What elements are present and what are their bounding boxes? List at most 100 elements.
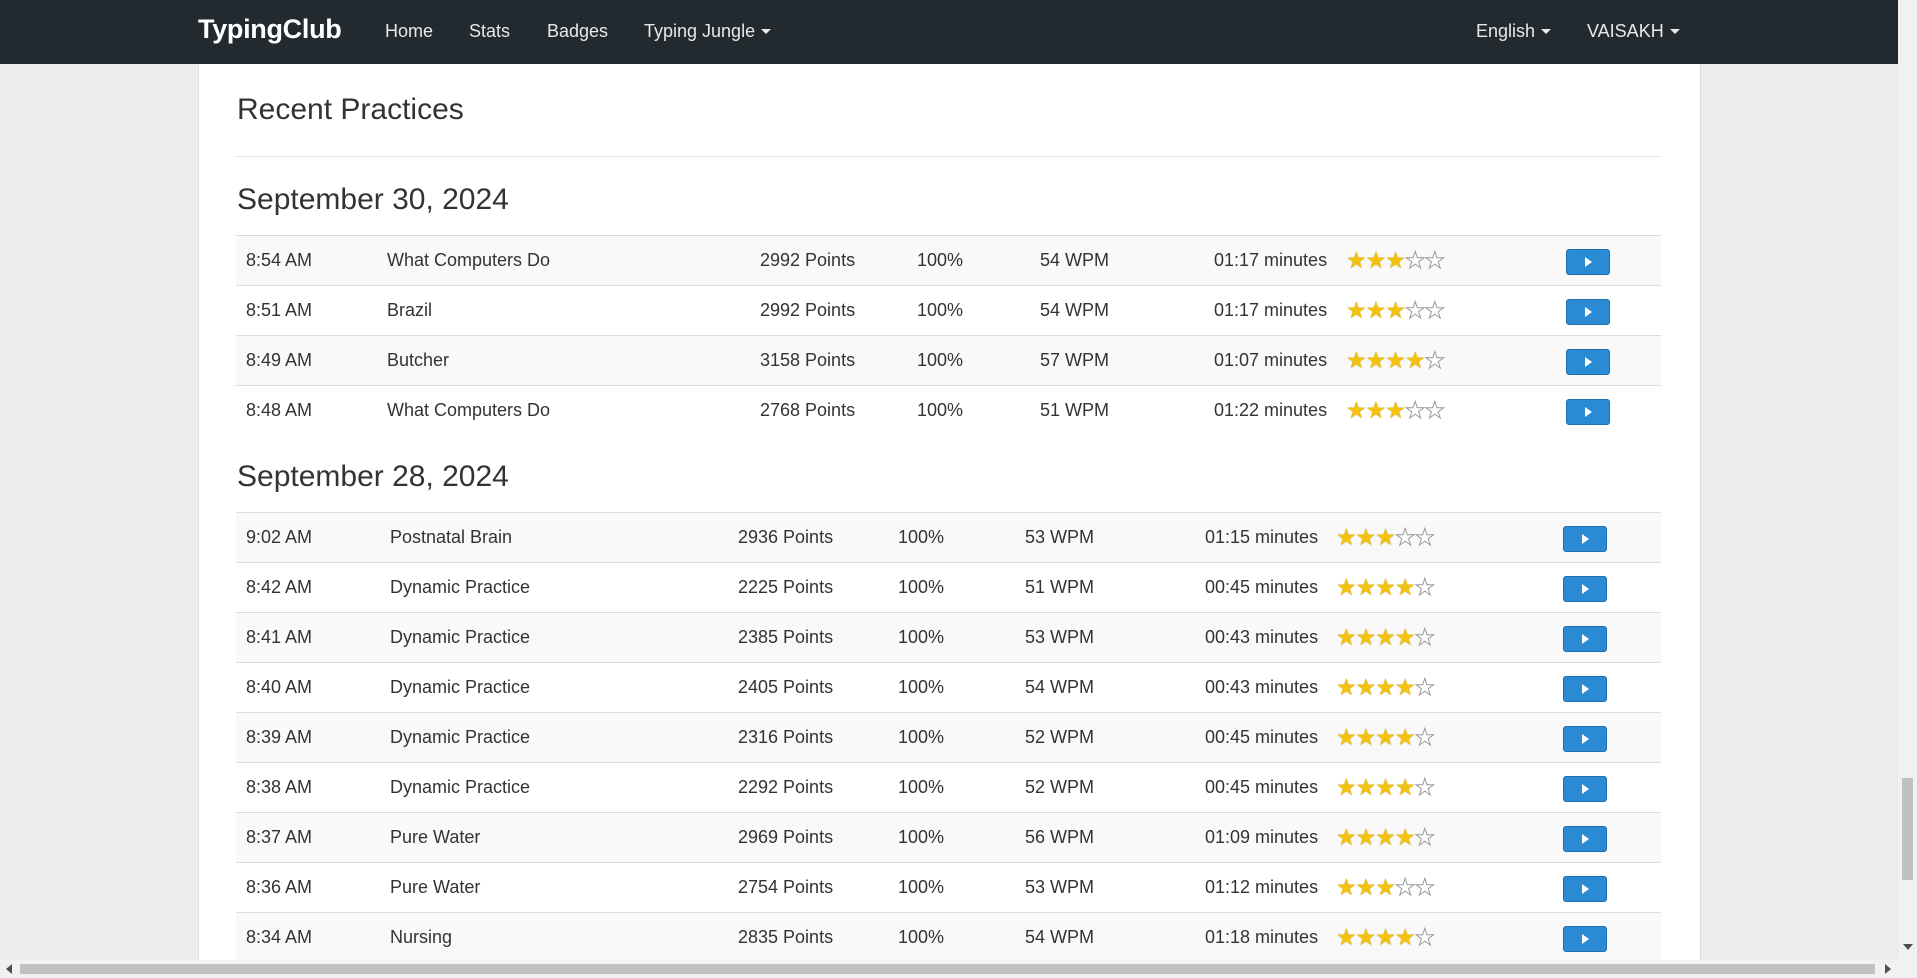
play-button[interactable] <box>1563 676 1607 702</box>
play-button[interactable] <box>1563 726 1607 752</box>
star-icon: ★ <box>1365 297 1387 323</box>
cell-points: 3158 Points <box>760 350 856 370</box>
cell-points: 2969 Points <box>738 827 834 847</box>
play-button[interactable] <box>1563 876 1607 902</box>
vertical-scrollbar[interactable] <box>1898 0 1917 960</box>
cell-lesson: Nursing <box>390 927 453 947</box>
nav-typing-jungle-dropdown[interactable]: Typing Jungle <box>644 21 772 42</box>
cell-speed: 53 WPM <box>1025 527 1095 547</box>
star-icon: ★ <box>1336 924 1357 950</box>
star-icon: ★ <box>1404 247 1426 273</box>
cell-accuracy: 100% <box>898 527 945 547</box>
table-row: 8:39 AM Dynamic Practice 2316 Points 100% 52… <box>236 712 1661 762</box>
play-button[interactable] <box>1563 926 1607 952</box>
star-rating: ★★★★★ <box>1336 675 1436 699</box>
star-icon: ★ <box>1394 724 1416 750</box>
language-dropdown[interactable]: English <box>1476 21 1552 42</box>
scroll-right-arrow-icon[interactable] <box>1885 964 1891 974</box>
star-rating: ★★★★★ <box>1336 574 1436 600</box>
star-icon: ★ <box>1394 924 1416 950</box>
cell-duration: 01:22 minutes <box>1214 400 1328 420</box>
cell-lesson: Pure Water <box>390 827 481 847</box>
title-divider <box>236 156 1661 157</box>
star-icon: ★ <box>1414 624 1436 650</box>
nav-badges[interactable]: Badges <box>547 21 608 42</box>
cell-lesson: Pure Water <box>390 877 481 897</box>
play-button[interactable] <box>1563 626 1607 652</box>
star-icon: ★ <box>1336 624 1357 650</box>
star-icon: ★ <box>1375 874 1396 900</box>
table-row: 8:54 AM What Computers Do 2992 Points 100% 5… <box>236 235 1661 285</box>
cell-speed: 57 WPM <box>1040 350 1110 370</box>
star-icon: ★ <box>1355 724 1377 750</box>
star-icon: ★ <box>1394 824 1416 850</box>
cell-time: 8:54 AM <box>246 250 313 270</box>
play-button[interactable] <box>1566 399 1610 425</box>
cell-speed: 53 WPM <box>1025 877 1095 897</box>
table-row: 8:34 AM Nursing 2835 Points 100% 54 WPM 01:18… <box>236 912 1661 962</box>
practice-table: 8:54 AM What Computers Do 2992 Points 100% 5… <box>236 235 1661 435</box>
star-icon: ★ <box>1414 774 1436 800</box>
star-icon: ★ <box>1336 574 1357 600</box>
scrollbar-thumb[interactable] <box>1902 778 1913 880</box>
nav-stats[interactable]: Stats <box>469 21 510 42</box>
cell-speed: 51 WPM <box>1025 577 1095 597</box>
star-icon: ★ <box>1336 524 1357 550</box>
cell-time: 8:40 AM <box>246 677 313 697</box>
star-icon: ★ <box>1336 774 1357 800</box>
cell-duration: 01:12 minutes <box>1205 877 1319 897</box>
play-button[interactable] <box>1563 826 1607 852</box>
cell-duration: 01:07 minutes <box>1214 350 1328 370</box>
star-icon: ★ <box>1385 397 1406 423</box>
table-row: 8:38 AM Dynamic Practice 2292 Points 100% 52… <box>236 762 1661 812</box>
play-button[interactable] <box>1566 349 1610 375</box>
cell-time: 8:34 AM <box>246 927 313 947</box>
star-rating: ★★★★★ <box>1346 397 1446 423</box>
table-row: 8:42 AM Dynamic Practice 2225 Points 100% 51… <box>236 562 1661 612</box>
group-date: September 28, 2024 <box>237 460 509 493</box>
star-rating: ★★★★★ <box>1346 297 1446 323</box>
star-icon: ★ <box>1355 574 1377 600</box>
star-rating: ★★★★★ <box>1336 874 1436 900</box>
scrollbar-thumb[interactable] <box>20 964 1875 974</box>
cell-accuracy: 100% <box>898 927 945 947</box>
cell-accuracy: 100% <box>917 350 964 370</box>
horizontal-scrollbar[interactable] <box>0 960 1917 978</box>
nav-home[interactable]: Home <box>385 21 433 42</box>
cell-points: 2754 Points <box>738 877 834 897</box>
play-button[interactable] <box>1566 299 1610 325</box>
scroll-down-arrow-icon[interactable] <box>1903 944 1913 950</box>
star-icon: ★ <box>1355 874 1377 900</box>
cell-lesson: What Computers Do <box>387 400 551 420</box>
brand-logo[interactable]: TypingClub <box>198 14 342 45</box>
star-icon: ★ <box>1394 874 1416 900</box>
cell-time: 8:51 AM <box>246 300 313 320</box>
play-button[interactable] <box>1566 249 1610 275</box>
star-icon: ★ <box>1394 774 1416 800</box>
cell-points: 2405 Points <box>738 677 834 697</box>
star-icon: ★ <box>1414 874 1436 900</box>
nav-typing-jungle-label: Typing Jungle <box>644 21 756 41</box>
cell-lesson: Dynamic Practice <box>390 577 531 597</box>
star-icon: ★ <box>1365 247 1387 273</box>
play-button[interactable] <box>1563 526 1607 552</box>
star-icon: ★ <box>1414 524 1436 550</box>
star-icon: ★ <box>1346 347 1367 373</box>
play-button[interactable] <box>1563 776 1607 802</box>
scroll-left-arrow-icon[interactable] <box>6 964 12 974</box>
play-button[interactable] <box>1563 576 1607 602</box>
cell-duration: 01:09 minutes <box>1205 827 1319 847</box>
cell-duration: 00:43 minutes <box>1205 677 1319 697</box>
star-rating: ★★★★★ <box>1336 824 1436 850</box>
user-menu-dropdown[interactable]: VAISAKH <box>1587 21 1680 42</box>
cell-speed: 54 WPM <box>1040 300 1110 320</box>
cell-speed: 56 WPM <box>1025 827 1095 847</box>
cell-points: 2225 Points <box>738 577 834 597</box>
table-row: 8:40 AM Dynamic Practice 2405 Points 100% 54… <box>236 662 1661 712</box>
table-row: 8:49 AM Butcher 3158 Points 100% 57 WPM 01:07… <box>236 335 1661 385</box>
cell-lesson: Butcher <box>387 350 450 370</box>
cell-points: 2992 Points <box>760 250 856 270</box>
table-row: 8:37 AM Pure Water 2969 Points 100% 56 WPM 01… <box>236 812 1661 862</box>
star-icon: ★ <box>1404 397 1426 423</box>
star-rating: ★★★★★ <box>1336 924 1436 950</box>
